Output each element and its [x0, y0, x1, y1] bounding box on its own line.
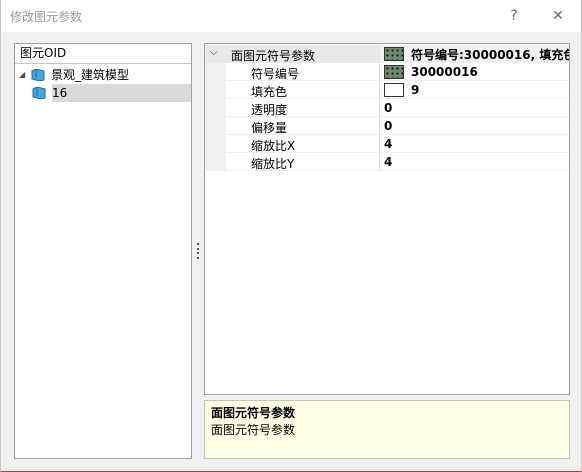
property-name: 透明度 — [251, 103, 288, 117]
tree-node-child[interactable]: 16 — [32, 84, 191, 102]
property-value: 4 — [384, 136, 393, 151]
property-grid: ⌵ 面图元符号参数 符号编号:30000016, 填充色 符号编号 300000… — [204, 43, 570, 395]
fill-color-swatch-icon — [384, 82, 404, 97]
symbol-swatch-icon — [384, 47, 404, 61]
layer-icon — [32, 87, 46, 99]
chevron-down-icon[interactable]: ⌵ — [210, 47, 218, 58]
help-button[interactable]: ? — [501, 4, 527, 28]
description-title: 面图元符号参数 — [211, 406, 296, 420]
property-value: 9 — [411, 82, 420, 97]
element-oid-tree: 图元OID ◢ 景观_建筑模型 16 — [14, 43, 192, 459]
property-value: 0 — [384, 100, 393, 115]
close-button[interactable]: ✕ — [545, 4, 571, 28]
property-value: 4 — [384, 154, 393, 169]
property-row-symbol-id[interactable]: 符号编号 30000016 — [205, 63, 569, 81]
property-row-scale-y[interactable]: 缩放比Y 4 — [205, 153, 569, 171]
symbol-swatch-icon — [384, 64, 404, 79]
tree-node-root-label: 景观_建筑模型 — [51, 68, 130, 82]
description-text: 面图元符号参数 — [211, 423, 296, 437]
property-name: 偏移量 — [251, 121, 288, 135]
property-row-scale-x[interactable]: 缩放比X 4 — [205, 135, 569, 153]
property-row-fill-color[interactable]: 填充色 9 — [205, 81, 569, 99]
dialog-title: 修改图元参数 — [10, 10, 83, 24]
tree-node-child-label: 16 — [52, 86, 68, 100]
property-name: 填充色 — [251, 85, 288, 99]
modify-element-parameters-dialog: 修改图元参数 ? ✕ 图元OID ◢ 景观_建筑模型 16 ⌵ 面图元符号参数 … — [0, 0, 582, 472]
property-value: 30000016 — [411, 64, 478, 79]
layer-icon — [31, 69, 45, 81]
property-value: 0 — [384, 118, 393, 133]
tree-node-root[interactable]: ◢ 景观_建筑模型 — [19, 66, 129, 84]
property-description-panel: 面图元符号参数 面图元符号参数 — [204, 400, 570, 459]
property-name: 符号编号 — [251, 67, 300, 81]
property-name: 缩放比X — [251, 139, 296, 153]
title-bar: 修改图元参数 ? ✕ — [1, 0, 581, 32]
property-category-row[interactable]: ⌵ 面图元符号参数 符号编号:30000016, 填充色 — [205, 45, 570, 63]
property-row-offset[interactable]: 偏移量 0 — [205, 117, 569, 135]
property-row-transparency[interactable]: 透明度 0 — [205, 99, 569, 117]
tree-expand-icon[interactable]: ◢ — [19, 66, 31, 84]
property-category-value: 符号编号:30000016, 填充色 — [411, 47, 570, 62]
tree-header: 图元OID — [15, 44, 191, 64]
property-category-name: 面图元符号参数 — [231, 49, 316, 63]
property-name: 缩放比Y — [251, 157, 295, 171]
pane-splitter[interactable] — [197, 243, 200, 259]
